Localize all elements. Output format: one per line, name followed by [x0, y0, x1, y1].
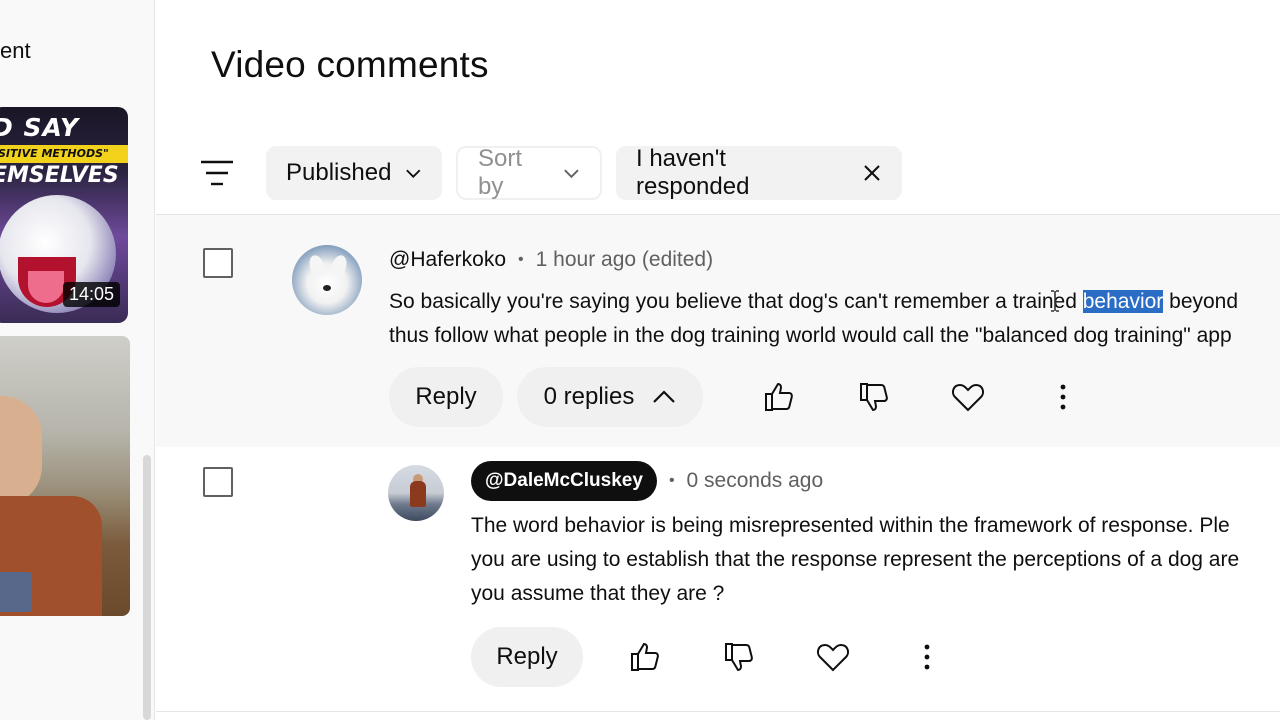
- shirt-print: [0, 572, 32, 612]
- filter-lines-icon[interactable]: [200, 159, 234, 187]
- chevron-down-icon: [406, 169, 421, 178]
- thumbnail-line-2: SITIVE METHODS": [0, 145, 128, 163]
- person-head: [0, 396, 42, 506]
- comment-actions: Reply 0 replies: [389, 367, 1280, 427]
- main-content: Video comments Published Sort by I haven…: [156, 0, 1280, 720]
- replies-toggle-button[interactable]: 0 replies: [517, 367, 703, 427]
- thumbs-up-icon[interactable]: [761, 379, 797, 415]
- comment-text-line: So basically you're saying you believe t…: [389, 285, 1238, 319]
- comment-text-line: you assume that they are ?: [471, 582, 725, 605]
- chevron-up-icon: [653, 390, 676, 403]
- avatar[interactable]: [292, 245, 362, 315]
- video-thumbnail[interactable]: D SAY SITIVE METHODS" EMSELVES 14:05: [0, 107, 128, 323]
- more-vertical-icon[interactable]: [1045, 379, 1081, 415]
- not-responded-filter-chip[interactable]: I haven't responded: [616, 145, 902, 200]
- thumbs-up-icon[interactable]: [627, 639, 663, 675]
- replies-label: 0 replies: [543, 383, 635, 410]
- comment-checkbox[interactable]: [203, 248, 233, 278]
- side-panel: ent D SAY SITIVE METHODS" EMSELVES 14:05: [0, 0, 155, 720]
- heart-icon[interactable]: [815, 639, 851, 675]
- filter-bar: Published Sort by I haven't responded: [156, 145, 1280, 202]
- avatar-figure: [410, 481, 426, 507]
- comment-text-line: thus follow what people in the dog train…: [389, 324, 1232, 347]
- avatar[interactable]: [388, 465, 444, 521]
- channel-owner-badge[interactable]: @DaleMcCluskey: [471, 461, 657, 501]
- side-scrollbar[interactable]: [143, 455, 151, 720]
- comment-checkbox[interactable]: [203, 467, 233, 497]
- page-title: Video comments: [211, 44, 489, 85]
- divider: [156, 711, 1280, 712]
- meta-separator: •: [518, 251, 524, 268]
- comment-text: So basically you're saying you believe t…: [389, 285, 1238, 353]
- text-cursor-icon: [1051, 290, 1059, 312]
- responded-label: I haven't responded: [636, 145, 750, 200]
- chevron-down-icon: [564, 169, 579, 179]
- comment-text-line: The word behavior is being misrepresente…: [471, 514, 1230, 537]
- thumbnail-line-3: EMSELVES: [0, 163, 119, 188]
- thumbs-down-icon[interactable]: [721, 639, 757, 675]
- comment-time[interactable]: 1 hour ago (edited): [536, 248, 713, 272]
- sort-label: Sort by: [478, 145, 523, 200]
- comment-time[interactable]: 0 seconds ago: [687, 469, 824, 493]
- text-segment: beyond: [1163, 290, 1239, 313]
- more-vertical-icon[interactable]: [909, 639, 945, 675]
- reply-row: @DaleMcCluskey • 0 seconds ago The word …: [156, 447, 1280, 712]
- meta-separator: •: [668, 472, 675, 489]
- avatar-ear: [306, 253, 328, 279]
- comment-actions: Reply: [471, 627, 1071, 687]
- comment-text-line: you are using to establish that the resp…: [471, 548, 1240, 571]
- comment-author[interactable]: @Haferkoko: [389, 248, 506, 272]
- side-label: ent: [0, 38, 31, 63]
- thumbnail-line-1: D SAY: [0, 113, 80, 142]
- close-icon[interactable]: [862, 163, 882, 183]
- avatar-nose: [323, 285, 331, 291]
- avatar-ear: [328, 253, 350, 279]
- video-duration: 14:05: [62, 282, 120, 307]
- thumbs-down-icon[interactable]: [856, 379, 892, 415]
- sort-by-chip[interactable]: Sort by: [456, 145, 602, 200]
- published-label: Published: [286, 159, 392, 186]
- app-root: ent D SAY SITIVE METHODS" EMSELVES 14:05…: [0, 0, 1280, 720]
- reply-button[interactable]: Reply: [471, 627, 583, 687]
- comment-row: @Haferkoko • 1 hour ago (edited) So basi…: [156, 215, 1280, 447]
- selected-text: behavior: [1082, 290, 1164, 313]
- comment-text: The word behavior is being misrepresente…: [471, 509, 1239, 611]
- webcam-preview: [0, 336, 130, 616]
- text-segment: So basically you're saying you believe t…: [389, 290, 1083, 313]
- published-filter-chip[interactable]: Published: [266, 146, 442, 200]
- heart-icon[interactable]: [950, 379, 986, 415]
- comment-meta: @Haferkoko • 1 hour ago (edited): [389, 248, 713, 272]
- reply-button[interactable]: Reply: [389, 367, 503, 427]
- comment-meta: @DaleMcCluskey • 0 seconds ago: [471, 461, 823, 501]
